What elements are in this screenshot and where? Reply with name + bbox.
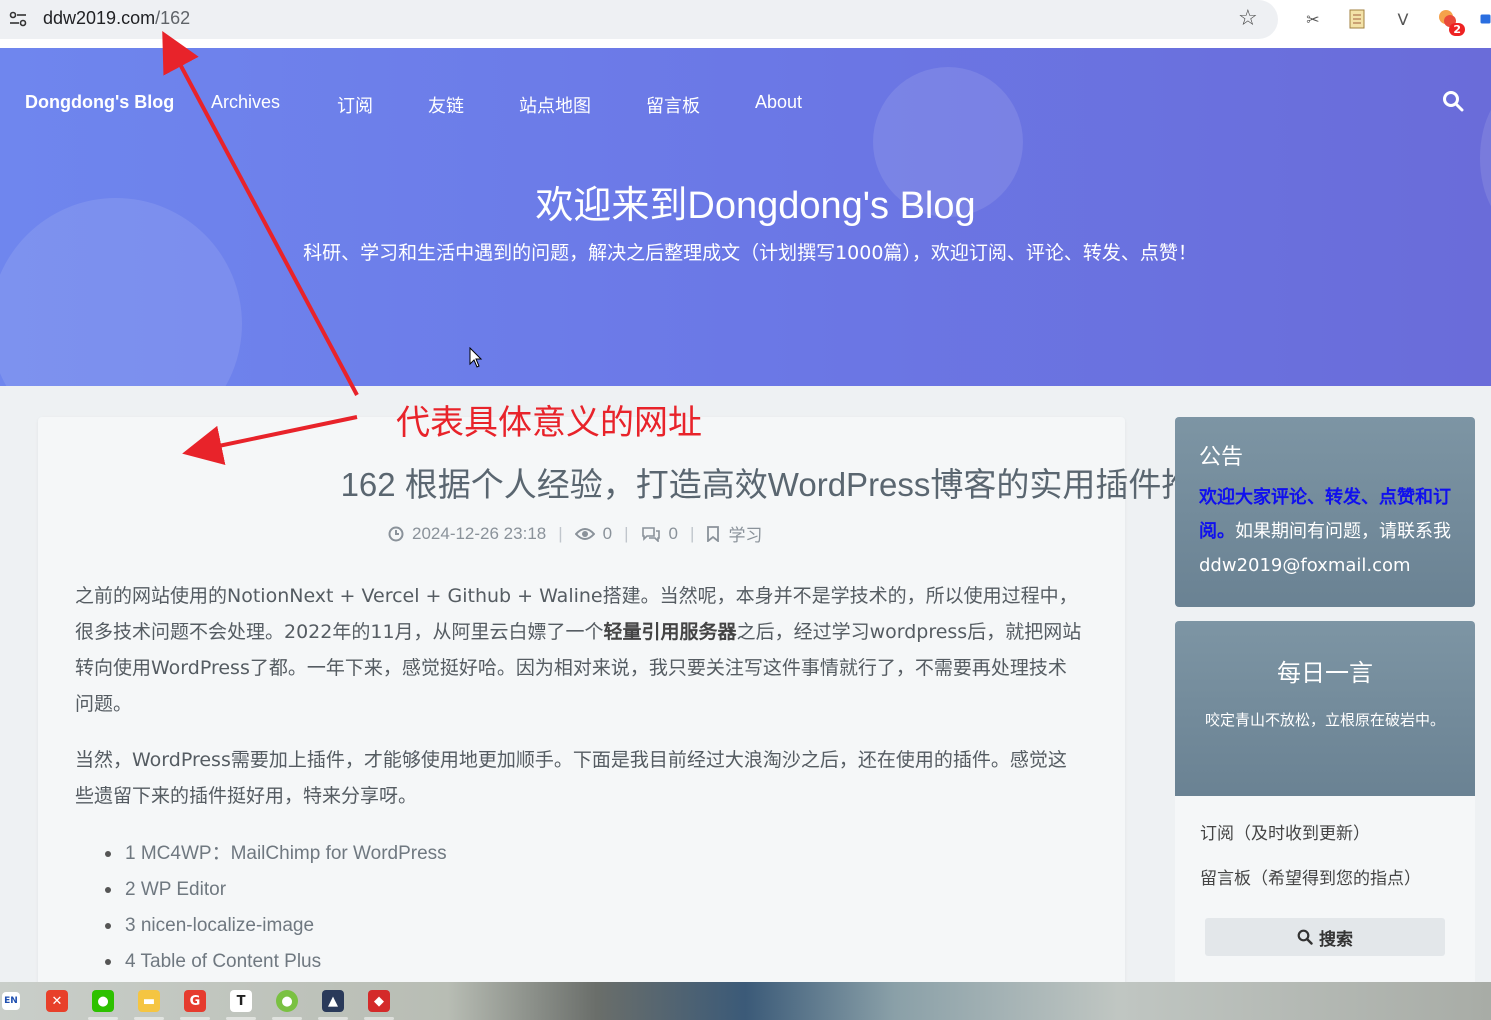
notice-title: 公告 xyxy=(1199,445,1244,470)
v-extension-icon[interactable]: V xyxy=(1392,8,1414,30)
subscribe-link[interactable]: 订阅（及时收到更新） xyxy=(1200,819,1370,844)
wps-icon[interactable]: ✕ xyxy=(46,990,68,1012)
nav-item-guestbook[interactable]: 留言板 xyxy=(646,92,700,118)
hero-title: 欢迎来到Dongdong's Blog xyxy=(535,185,976,227)
post-meta: 2024-12-26 23:18 | 0 | 0 | 学习 xyxy=(388,521,762,546)
site-settings-icon[interactable] xyxy=(9,11,27,27)
meta-divider: | xyxy=(558,523,563,543)
annotation-text: 代表具体意义的网址 xyxy=(396,403,702,443)
nav-item-sitemap[interactable]: 站点地图 xyxy=(519,92,591,118)
bookmark-star-icon[interactable]: ☆ xyxy=(1238,6,1258,31)
nav-item-about[interactable]: About xyxy=(755,92,802,113)
nav-item-subscribe[interactable]: 订阅 xyxy=(337,92,373,118)
notes-extension-icon[interactable] xyxy=(1346,8,1368,30)
bookmark-icon xyxy=(707,525,720,542)
toc-item[interactable]: 3 nicen-localize-image xyxy=(105,908,447,944)
url-text[interactable]: ddw2019.com/162 xyxy=(43,8,190,29)
notice-widget: 公告 欢迎大家评论、转发、点赞和订阅。如果期间有问题，请联系我 ddw2019@… xyxy=(1175,417,1475,607)
file-explorer-icon[interactable]: ▬ xyxy=(138,990,160,1012)
daily-quote: 咬定青山不放松，立根原在破岩中。 xyxy=(1205,711,1446,729)
app-red2-icon[interactable]: ◆ xyxy=(368,990,390,1012)
site-brand-link[interactable]: Dongdong's Blog xyxy=(25,92,174,113)
app-red-icon[interactable]: G xyxy=(184,990,206,1012)
typora-icon[interactable]: T xyxy=(230,990,252,1012)
clock-icon xyxy=(388,526,404,541)
post-paragraph-2: 当然，WordPress需要加上插件，才能够使用地更加顺手。下面是我目前经过大浪… xyxy=(75,749,1067,807)
blue-extension-icon[interactable] xyxy=(1480,8,1491,30)
comments-icon xyxy=(641,526,660,542)
daily-quote-header: 每日一言 咬定青山不放松，立根原在破岩中。 xyxy=(1175,621,1475,796)
url-host: ddw2019.com xyxy=(43,8,156,28)
meta-divider: | xyxy=(690,523,695,543)
language-label: EN xyxy=(4,996,18,1006)
nav-item-archives[interactable]: Archives xyxy=(211,92,280,113)
search-icon xyxy=(1297,929,1313,945)
input-language-indicator[interactable]: EN xyxy=(2,992,20,1010)
post-views: 0 xyxy=(602,523,613,543)
notice-body: 欢迎大家评论、转发、点赞和订阅。如果期间有问题，请联系我 ddw2019@fox… xyxy=(1199,481,1451,583)
sidebar-search-button[interactable]: 搜索 xyxy=(1205,918,1445,956)
site-header: Dongdong's Blog Archives 订阅 友链 站点地图 留言板 … xyxy=(0,48,1491,386)
search-button-label: 搜索 xyxy=(1319,929,1353,950)
notice-text: 如果期间有问题，请联系我 ddw2019@foxmail.com xyxy=(1199,521,1451,576)
toc-item[interactable]: 4 Table of Content Plus xyxy=(105,944,447,980)
wechat-icon[interactable]: ● xyxy=(92,990,114,1012)
toc-item[interactable]: 1 MC4WP：MailChimp for WordPress xyxy=(105,836,447,872)
mouse-cursor-icon xyxy=(469,347,483,368)
hero-subtitle: 科研、学习和生活中遇到的问题，解决之后整理成文（计划撰写1000篇），欢迎订阅、… xyxy=(303,242,1197,264)
daily-title: 每日一言 xyxy=(1277,659,1373,687)
post-comments[interactable]: 0 xyxy=(669,524,678,544)
paragraph-bold-text: 轻量引用服务器 xyxy=(603,621,737,643)
scissors-extension-icon[interactable]: ✂ xyxy=(1302,8,1324,30)
browser-toolbar: ddw2019.com/162 ☆ ✂ V 2 xyxy=(0,0,1491,48)
meta-divider: | xyxy=(624,523,629,543)
guestbook-link[interactable]: 留言板（希望得到您的指点） xyxy=(1200,864,1421,889)
post-date: 2024-12-26 23:18 xyxy=(412,523,547,543)
table-of-contents: 1 MC4WP：MailChimp for WordPress 2 WP Edi… xyxy=(105,836,447,980)
post-category[interactable]: 学习 xyxy=(728,521,762,546)
eye-icon xyxy=(574,527,595,540)
red-extension-icon[interactable]: 2 xyxy=(1437,8,1465,36)
taskbar: EN ✕ ● ▬ G T ● ▲ ◆ xyxy=(0,982,1491,1020)
app-dark-icon[interactable]: ▲ xyxy=(322,990,344,1012)
nav-item-links[interactable]: 友链 xyxy=(428,92,464,118)
search-icon[interactable] xyxy=(1442,90,1464,112)
address-bar[interactable]: ddw2019.com/162 ☆ xyxy=(0,0,1278,39)
post-paragraph-1: 之前的网站使用的NotionNext + Vercel + Github + W… xyxy=(75,578,1085,722)
url-path: /162 xyxy=(155,8,191,28)
toc-item[interactable]: 2 WP Editor xyxy=(105,872,447,908)
main-nav: Dongdong's Blog Archives 订阅 友链 站点地图 留言板 … xyxy=(0,88,1491,118)
extension-badge: 2 xyxy=(1449,23,1465,36)
app-yellow-icon[interactable]: ● xyxy=(276,990,298,1012)
daily-quote-widget: 每日一言 咬定青山不放松，立根原在破岩中。 订阅（及时收到更新） 留言板（希望得… xyxy=(1175,621,1475,991)
